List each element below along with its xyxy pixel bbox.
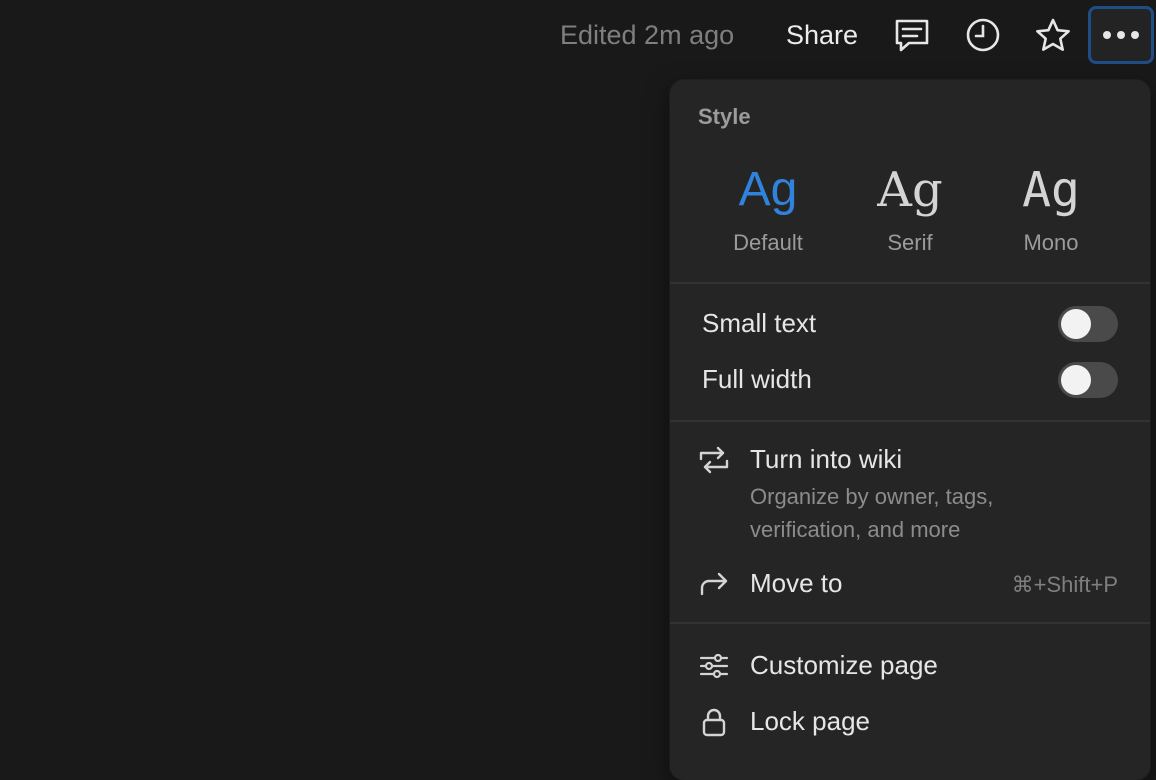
more-icon xyxy=(1103,31,1139,39)
more-button[interactable] xyxy=(1088,6,1154,64)
style-serif-label: Serif xyxy=(887,230,933,255)
lock-icon xyxy=(696,704,732,740)
style-default-label: Default xyxy=(733,230,803,255)
comment-button[interactable] xyxy=(891,14,933,56)
lock-page-item[interactable]: Lock page xyxy=(670,702,1150,746)
toggle-knob xyxy=(1061,365,1091,395)
menu-divider xyxy=(670,420,1150,422)
sliders-icon xyxy=(696,648,732,684)
turn-into-wiki-desc-line2: verification, and more xyxy=(750,517,961,542)
style-section-label: Style xyxy=(698,104,751,129)
style-mono-sample: Ag xyxy=(1022,162,1080,218)
style-default-sample: Ag xyxy=(738,163,798,216)
updates-button[interactable] xyxy=(962,14,1004,56)
customize-page-item[interactable]: Customize page xyxy=(670,646,1150,690)
lock-page-title: Lock page xyxy=(750,706,870,736)
full-width-toggle[interactable] xyxy=(1058,362,1118,398)
move-arrow-icon xyxy=(696,566,732,602)
comment-icon xyxy=(895,19,929,52)
star-icon xyxy=(1036,18,1070,51)
turn-into-wiki-desc-line1: Organize by owner, tags, xyxy=(750,484,994,509)
small-text-label: Small text xyxy=(702,308,817,338)
full-width-row[interactable]: Full width xyxy=(670,356,1150,404)
clock-icon xyxy=(966,18,1000,52)
full-width-label: Full width xyxy=(702,364,812,394)
toggle-knob xyxy=(1061,309,1091,339)
menu-divider xyxy=(670,282,1150,284)
style-default-option[interactable]: Ag Default xyxy=(708,162,828,262)
page-options-menu: Style Ag Default Ag Serif Ag Mono Small … xyxy=(670,80,1150,780)
style-mono-option[interactable]: Ag Mono xyxy=(991,162,1111,262)
share-button[interactable]: Share xyxy=(786,18,858,52)
move-to-item[interactable]: Move to ⌘+Shift+P xyxy=(670,564,1150,608)
menu-divider xyxy=(670,622,1150,624)
move-to-shortcut: ⌘+Shift+P xyxy=(1011,572,1118,597)
top-bar: Edited 2m ago Share xyxy=(0,0,1156,72)
small-text-toggle[interactable] xyxy=(1058,306,1118,342)
favorite-button[interactable] xyxy=(1032,14,1074,56)
customize-page-title: Customize page xyxy=(750,650,938,680)
style-serif-sample: Ag xyxy=(877,162,943,218)
turn-into-wiki-item[interactable]: Turn into wiki Organize by owner, tags, … xyxy=(670,440,1150,550)
edited-timestamp: Edited 2m ago xyxy=(560,20,735,50)
move-to-title: Move to xyxy=(750,568,843,598)
turn-into-wiki-title: Turn into wiki xyxy=(750,444,903,474)
convert-icon xyxy=(696,442,732,478)
small-text-row[interactable]: Small text xyxy=(670,300,1150,348)
style-mono-label: Mono xyxy=(1023,230,1079,255)
style-serif-option[interactable]: Ag Serif xyxy=(850,162,970,262)
